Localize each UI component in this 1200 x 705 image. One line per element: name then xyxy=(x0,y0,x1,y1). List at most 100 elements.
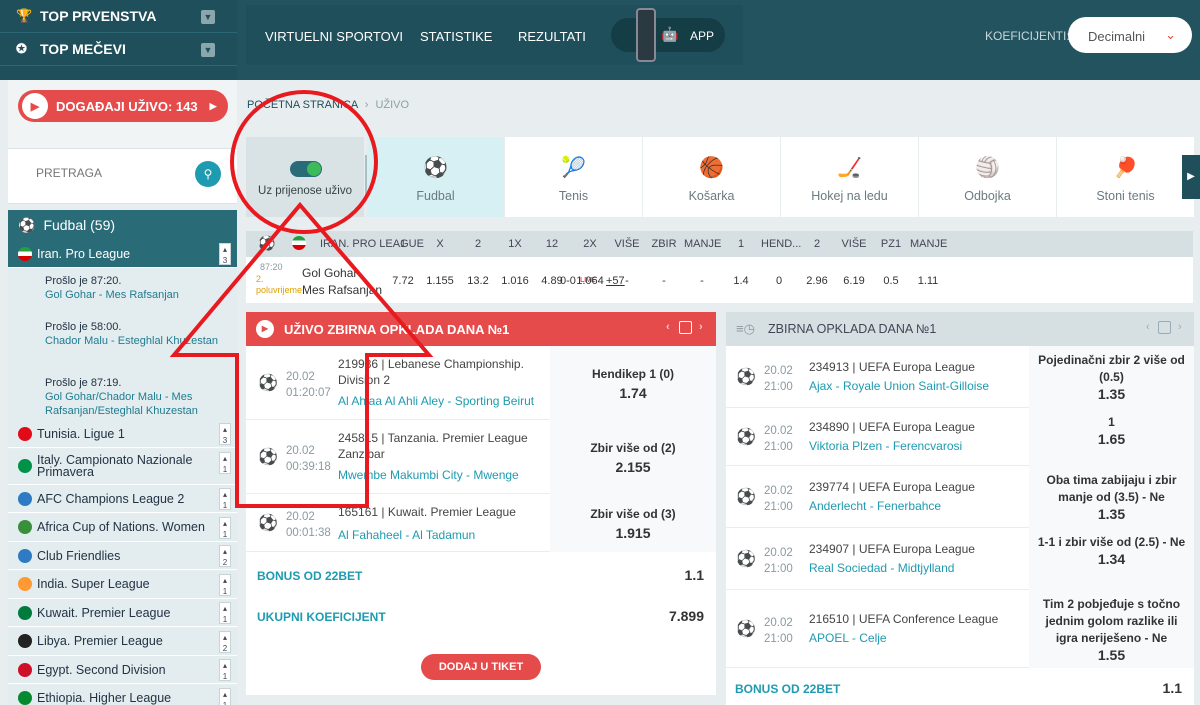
odds-cell[interactable]: 1.064 xyxy=(572,275,608,287)
match-teams[interactable]: Real Sociedad - Midtjylland xyxy=(809,561,954,575)
chevron-down-icon[interactable]: ▼ xyxy=(201,10,215,24)
add-to-ticket-button[interactable]: DODAJ U TIKET xyxy=(421,654,541,680)
chevron-down-icon[interactable]: ▼ xyxy=(201,43,215,57)
match-teams[interactable]: Al Ahlaa Al Ahli Aley - Sporting Beirut xyxy=(338,394,534,408)
chevron-right-icon[interactable]: › xyxy=(1178,321,1182,333)
odds-cell[interactable]: 0.5 xyxy=(873,275,909,287)
tab-basketball[interactable]: 🏀 Košarka xyxy=(643,137,781,217)
odds-cell[interactable]: 4.89 xyxy=(534,275,570,287)
league-item[interactable]: Egypt. Second Division ▴ 1 xyxy=(8,656,237,684)
tab-soccer-ball[interactable]: ⚽ Fudbal xyxy=(367,137,505,217)
odds-cell[interactable]: - xyxy=(684,275,720,287)
away-team[interactable]: Royale Union Saint-Gilloise xyxy=(843,379,989,393)
odd-box[interactable]: Pojedinačni zbir 2 više od (0.5) 1.35 xyxy=(1029,346,1194,408)
chevron-left-icon[interactable]: ‹ xyxy=(1146,321,1150,333)
breadcrumb-home[interactable]: POČETNA STRANICA xyxy=(247,99,358,111)
away-team[interactable]: Ferencvarosi xyxy=(893,439,962,453)
next-arrow-button[interactable]: ▶ xyxy=(1182,155,1200,199)
odds-cell[interactable]: 7.72 xyxy=(385,275,421,287)
home-team[interactable]: Mwembe Makumbi City xyxy=(338,468,463,482)
odd-box[interactable]: Tim 2 pobjeđuje s točno jednim golom raz… xyxy=(1029,590,1194,668)
odds-cell[interactable]: - xyxy=(609,275,645,287)
chevron-right-icon[interactable]: › xyxy=(699,321,703,333)
away-team[interactable]: Mes Rafsanjan xyxy=(302,283,382,297)
league-item[interactable]: Tunisia. Ligue 1 ▴ 3 xyxy=(8,420,237,448)
home-team[interactable]: Gol Gohar xyxy=(302,266,357,280)
match-teams[interactable]: Ajax - Royale Union Saint-Gilloise xyxy=(809,379,989,393)
away-team[interactable]: Sporting Beirut xyxy=(455,394,534,408)
odds-cell[interactable]: 1.016 xyxy=(497,275,533,287)
match-teams[interactable]: Al Fahaheel - Al Tadamun xyxy=(338,528,475,542)
home-team[interactable]: Viktoria Plzen xyxy=(809,439,882,453)
odd-box[interactable]: Zbir više od (2) 2.155 xyxy=(550,420,716,494)
list-item[interactable]: ⚽ 20.02 21:00 216510 | UEFA Conference Leag… xyxy=(726,590,1194,668)
odds-cell[interactable]: 1.11 xyxy=(910,275,946,287)
home-team[interactable]: Real Sociedad xyxy=(809,561,887,575)
away-team[interactable]: Mwenge xyxy=(473,468,518,482)
odds-format-select[interactable]: Decimalni ⌄ xyxy=(1068,17,1192,53)
match-teams[interactable]: APOEL - Celje xyxy=(809,631,887,645)
app-button[interactable]: 🤖 APP xyxy=(611,8,725,62)
home-team[interactable]: Al Ahlaa Al Ahli Aley xyxy=(338,394,444,408)
tab-volleyball[interactable]: 🏐 Odbojka xyxy=(919,137,1057,217)
odds-cell[interactable]: 6.19 xyxy=(836,275,872,287)
list-item[interactable]: Prošlo je 58:00. Chador Malu - Esteghlal… xyxy=(8,314,237,370)
home-team[interactable]: Ajax xyxy=(809,379,832,393)
odd-box[interactable]: 1-1 i zbir više od (2.5) - Ne 1.34 xyxy=(1029,528,1194,590)
list-item[interactable]: ⚽ 20.02 01:20:07 219986 | Lebanese Champion… xyxy=(246,346,716,420)
table-row[interactable]: 87:20 2. poluvrijeme Gol Gohar Mes Rafsa… xyxy=(246,257,1193,303)
nav-virtual-sports[interactable]: VIRTUELNI SPORTOVI xyxy=(265,29,403,44)
odds-cell[interactable]: - xyxy=(646,275,682,287)
league-item[interactable]: Kuwait. Premier League ▴ 1 xyxy=(8,599,237,627)
sidebar-item-top-matches[interactable]: ✪ TOP MEČEVI ▼ xyxy=(0,33,237,66)
nav-results[interactable]: REZULTATI xyxy=(518,29,586,44)
live-stream-filter[interactable]: Uz prijenose uživo xyxy=(246,137,364,217)
match-teams[interactable]: Mwembe Makumbi City - Mwenge xyxy=(338,468,519,482)
league-item[interactable]: AFC Champions League 2 ▴ 1 xyxy=(8,485,237,513)
match-teams[interactable]: Viktoria Plzen - Ferencvarosi xyxy=(809,439,962,453)
list-item[interactable]: Prošlo je 87:20. Gol Gohar - Mes Rafsanj… xyxy=(8,268,237,314)
odds-cell[interactable]: 1.4 xyxy=(723,275,759,287)
league-item-active[interactable]: Iran. Pro League ▴ 3 xyxy=(8,240,237,268)
odds-cell[interactable]: 2.96 xyxy=(799,275,835,287)
away-team[interactable]: Al Tadamun xyxy=(412,528,475,542)
home-team[interactable]: Anderlecht xyxy=(809,499,866,513)
match-teams[interactable]: Gol Gohar - Mes Rafsanjan xyxy=(45,288,237,302)
league-item[interactable]: Africa Cup of Nations. Women ▴ 1 xyxy=(8,513,237,542)
league-item[interactable]: Italy. Campionato Nazionale Primavera ▴ 1 xyxy=(8,448,237,485)
search-icon[interactable]: ⚲ xyxy=(195,161,221,187)
list-item[interactable]: ⚽ 20.02 21:00 239774 | UEFA Europa League An… xyxy=(726,466,1194,528)
list-item[interactable]: Prošlo je 87:19. Gol Gohar/Chador Malu -… xyxy=(8,370,237,420)
odds-cell[interactable]: 0 xyxy=(761,275,797,287)
league-item[interactable]: Ethiopia. Higher League ▴ 1 xyxy=(8,684,237,705)
tab-tennis[interactable]: 🎾 Tenis xyxy=(505,137,643,217)
sport-header-football[interactable]: ⚽ Fudbal (59) xyxy=(8,210,237,240)
tab-table-tennis[interactable]: 🏓 Stoni tenis xyxy=(1057,137,1195,217)
search-input[interactable] xyxy=(18,159,198,187)
odd-box[interactable]: Zbir više od (3) 1.915 xyxy=(550,494,716,552)
live-stream-toggle[interactable] xyxy=(290,161,322,177)
odd-box[interactable]: Hendikep 1 (0) 1.74 xyxy=(550,346,716,420)
odds-cell[interactable]: 1.155 xyxy=(422,275,458,287)
live-events-button[interactable]: ▶ DOGAĐAJI UŽIVO: 143 ▶ xyxy=(18,90,228,122)
odd-box[interactable]: 1 1.65 xyxy=(1029,408,1194,466)
list-item[interactable]: ⚽ 20.02 21:00 234890 | UEFA Europa League Vi… xyxy=(726,408,1194,466)
match-teams[interactable]: Gol Gohar/Chador Malu - Mes Rafsanjan/Es… xyxy=(45,390,237,418)
away-team[interactable]: Midtjylland xyxy=(898,561,955,575)
match-teams[interactable]: Chador Malu - Esteghlal Khuzestan xyxy=(45,334,237,348)
home-team[interactable]: Al Fahaheel xyxy=(338,528,402,542)
sidebar-item-top-championships[interactable]: 🏆 TOP PRVENSTVA ▼ xyxy=(0,0,237,33)
league-item[interactable]: Club Friendlies ▴ 2 xyxy=(8,542,237,570)
match-teams[interactable]: Anderlecht - Fenerbahce xyxy=(809,499,941,513)
league-item[interactable]: India. Super League ▴ 1 xyxy=(8,570,237,599)
chevron-left-icon[interactable]: ‹ xyxy=(666,321,670,333)
home-team[interactable]: APOEL xyxy=(809,631,849,645)
away-team[interactable]: Fenerbahce xyxy=(877,499,941,513)
calendar-icon[interactable] xyxy=(1158,321,1171,334)
list-item[interactable]: ⚽ 20.02 00:01:38 165161 | Kuwait. Premier L… xyxy=(246,494,716,552)
odds-cell[interactable]: 13.2 xyxy=(460,275,496,287)
calendar-icon[interactable] xyxy=(679,321,692,334)
list-item[interactable]: ⚽ 20.02 00:39:18 245815 | Tanzania. Premier… xyxy=(246,420,716,494)
nav-statistics[interactable]: STATISTIKE xyxy=(420,29,492,44)
league-item[interactable]: Libya. Premier League ▴ 2 xyxy=(8,627,237,656)
